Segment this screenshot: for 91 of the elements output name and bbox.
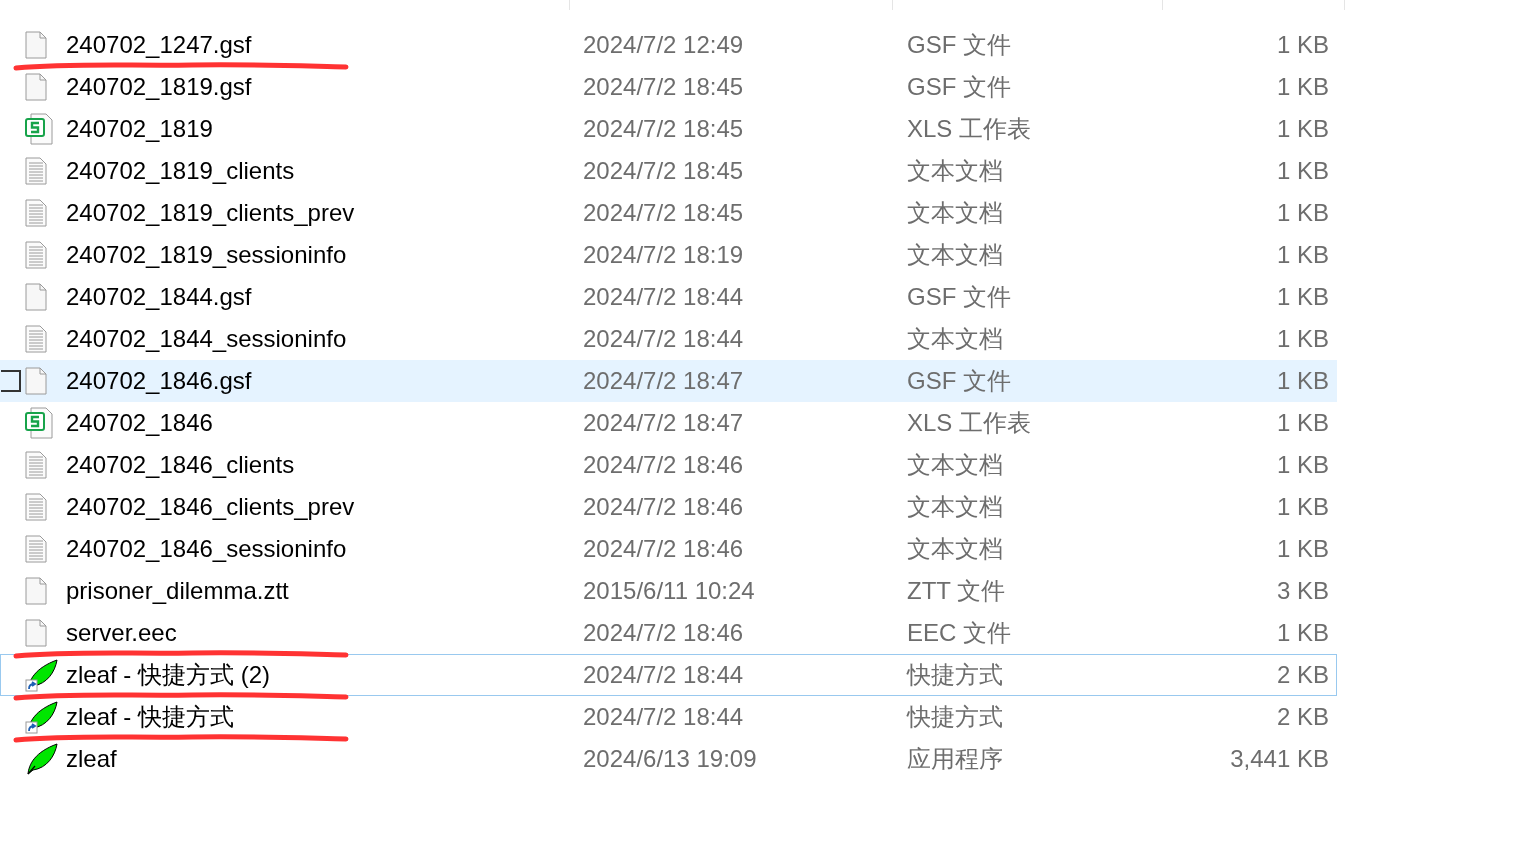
file-name: 240702_1819_clients [66,157,295,184]
file-size: 1 KB [1276,534,1329,564]
modified-date: 2024/7/2 12:49 [583,31,744,58]
file-name: 240702_1844_sessioninfo [66,325,347,352]
file-type: 应用程序 [907,745,1003,772]
modified-date: 2015/6/11 10:24 [583,577,755,604]
file-size: 3 KB [1276,576,1329,606]
file-name: zleaf - 快捷方式 [66,703,235,730]
file-type: 文本文档 [907,241,1003,268]
text-file-icon [25,325,47,353]
file-size: 1 KB [1276,450,1329,480]
blank-file-icon [25,577,47,605]
file-size: 2 KB [1276,702,1329,732]
leaf-shortcut-icon [25,700,59,734]
file-name: 240702_1247.gsf [66,31,252,58]
modified-date: 2024/7/2 18:45 [583,199,744,226]
text-file-icon [25,157,47,185]
file-type: 文本文档 [907,157,1003,184]
file-size: 1 KB [1276,282,1329,312]
file-size: 1 KB [1276,366,1329,396]
text-file-icon [25,241,47,269]
file-type: GSF 文件 [907,31,1011,58]
modified-date: 2024/7/2 18:44 [583,703,744,730]
file-type: 文本文档 [907,535,1003,562]
blank-file-icon [25,619,47,647]
file-size: 1 KB [1276,324,1329,354]
file-size: 1 KB [1276,30,1329,60]
modified-date: 2024/7/2 18:47 [583,409,744,436]
file-size: 1 KB [1276,198,1329,228]
file-type: 文本文档 [907,493,1003,520]
file-type: 快捷方式 [907,703,1003,730]
blank-file-icon [25,283,47,311]
file-name: 240702_1819 [66,115,213,142]
file-name: 240702_1846.gsf [66,367,252,394]
file-row[interactable]: zleaf - 快捷方式 (2) 2024/7/2 18:44 快捷方式 2 KB [0,654,1337,696]
file-size: 3,441 KB [1230,744,1329,774]
file-name: 240702_1846_sessioninfo [66,535,347,562]
leaf-icon [25,742,59,776]
file-type: XLS 工作表 [907,115,1032,142]
modified-date: 2024/7/2 18:45 [583,115,744,142]
file-size: 1 KB [1276,156,1329,186]
file-size: 1 KB [1276,492,1329,522]
file-name: zleaf - 快捷方式 (2) [66,661,271,688]
modified-date: 2024/7/2 18:19 [583,241,744,268]
file-size: 1 KB [1276,72,1329,102]
blank-file-icon [25,31,47,59]
leaf-shortcut-icon [25,658,59,692]
text-file-icon [25,535,47,563]
modified-date: 2024/7/2 18:46 [583,619,744,646]
text-file-icon [25,451,47,479]
file-size: 1 KB [1276,114,1329,144]
file-type: GSF 文件 [907,367,1011,394]
file-name: 240702_1846_clients_prev [66,493,355,520]
file-type: GSF 文件 [907,73,1011,100]
modified-date: 2024/7/2 18:46 [583,451,744,478]
modified-date: 2024/6/13 19:09 [583,745,757,772]
modified-date: 2024/7/2 18:46 [583,493,744,520]
modified-date: 2024/7/2 18:45 [583,73,744,100]
file-name: zleaf [66,745,117,772]
modified-date: 2024/7/2 18:44 [583,325,744,352]
text-file-icon [25,493,47,521]
file-name: 240702_1844.gsf [66,283,252,310]
modified-date: 2024/7/2 18:47 [583,367,744,394]
row-checkbox[interactable] [1,370,21,392]
file-size: 1 KB [1276,408,1329,438]
file-name: 240702_1819.gsf [66,73,252,100]
file-name: 240702_1846_clients [66,451,295,478]
file-type: 文本文档 [907,325,1003,352]
modified-date: 2024/7/2 18:44 [583,661,744,688]
file-type: GSF 文件 [907,283,1011,310]
file-name: server.eec [66,619,177,646]
file-type: 快捷方式 [907,661,1003,688]
file-type: XLS 工作表 [907,409,1032,436]
modified-date: 2024/7/2 18:44 [583,283,744,310]
blank-file-icon [25,367,47,395]
file-name: 240702_1819_sessioninfo [66,241,347,268]
file-row[interactable]: 240702_1846.gsf 2024/7/2 18:47 GSF 文件 1 KB [0,360,1337,402]
file-type: 文本文档 [907,199,1003,226]
file-size: 1 KB [1276,618,1329,648]
modified-date: 2024/7/2 18:46 [583,535,744,562]
file-name: 240702_1846 [66,409,213,436]
blank-file-icon [25,73,47,101]
text-file-icon [25,199,47,227]
file-name: prisoner_dilemma.ztt [66,577,289,604]
file-type: EEC 文件 [907,619,1011,646]
modified-date: 2024/7/2 18:45 [583,157,744,184]
file-name: 240702_1819_clients_prev [66,199,355,226]
file-size: 1 KB [1276,240,1329,270]
file-type: 文本文档 [907,451,1003,478]
file-type: ZTT 文件 [907,577,1006,604]
file-size: 2 KB [1276,660,1329,690]
